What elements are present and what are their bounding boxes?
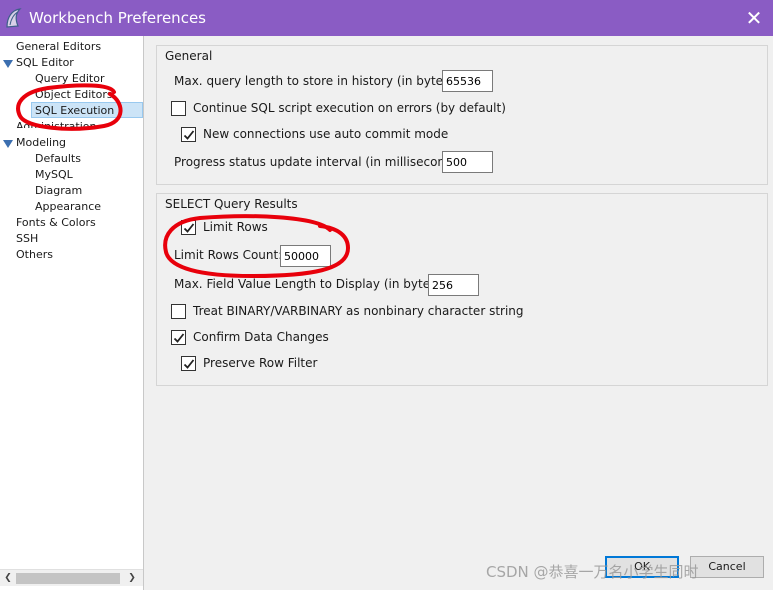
select-results-group-title: SELECT Query Results [165,197,298,211]
general-group-title: General [165,49,213,63]
tree-item-fonts-colors[interactable]: Fonts & Colors [16,215,96,231]
tree-item-others[interactable]: Others [16,247,53,263]
continue-on-error-checkbox[interactable] [171,101,186,116]
tree-item-diagram[interactable]: Diagram [35,183,82,199]
checkmark-icon [183,130,195,140]
progress-interval-label: Progress status update interval (in mill… [174,155,468,169]
horizontal-scrollbar[interactable]: ❮ ❯ [0,569,143,586]
close-icon: ✕ [745,6,763,30]
preserve-row-filter-label: Preserve Row Filter [203,356,318,370]
treat-binary-checkbox[interactable] [171,304,186,319]
max-field-length-label: Max. Field Value Length to Display (in b… [174,277,446,291]
title-bar: Workbench Preferences ✕ [0,0,773,36]
tree-item-defaults[interactable]: Defaults [35,151,81,167]
confirm-changes-checkbox[interactable] [171,330,186,345]
limit-rows-count-label: Limit Rows Count: [174,248,283,262]
confirm-changes-label: Confirm Data Changes [193,330,329,344]
max-query-length-label: Max. query length to store in history (i… [174,74,459,88]
checkmark-icon [173,333,185,343]
expand-arrow-icon[interactable] [3,60,13,68]
csdn-watermark: CSDN @恭喜一万名小学生同时 [486,563,699,581]
tree-item-ssh[interactable]: SSH [16,231,38,247]
preferences-tree: General Editors SQL Editor Query Editor … [0,36,144,590]
autocommit-label: New connections use auto commit mode [203,127,449,141]
mysql-workbench-icon [4,7,24,29]
tree-item-appearance[interactable]: Appearance [35,199,101,215]
tree-item-sql-execution[interactable]: SQL Execution [31,102,143,118]
scroll-right-icon[interactable]: ❯ [124,570,140,587]
limit-rows-label: Limit Rows [203,220,268,234]
tree-item-query-editor[interactable]: Query Editor [35,71,104,87]
close-button[interactable]: ✕ [740,5,768,31]
treat-binary-label: Treat BINARY/VARBINARY as nonbinary char… [193,304,524,318]
checkmark-icon [183,223,195,233]
tree-item-sql-editor[interactable]: SQL Editor [16,55,74,71]
limit-rows-count-input[interactable] [280,245,331,267]
continue-on-error-label: Continue SQL script execution on errors … [193,101,506,115]
tree-item-general-editors[interactable]: General Editors [16,39,101,55]
tree-item-administration[interactable]: Administration [16,119,97,128]
preserve-row-filter-checkbox[interactable] [181,356,196,371]
limit-rows-checkbox[interactable] [181,220,196,235]
progress-interval-input[interactable] [442,151,493,173]
tree-item-object-editors[interactable]: Object Editors [35,87,113,103]
cancel-button[interactable]: Cancel [690,556,764,578]
window-title: Workbench Preferences [29,9,206,27]
autocommit-checkbox[interactable] [181,127,196,142]
scrollbar-thumb[interactable] [16,573,120,584]
max-query-length-input[interactable] [442,70,493,92]
expand-arrow-icon[interactable] [3,140,13,148]
checkmark-icon [183,359,195,369]
tree-item-mysql[interactable]: MySQL [35,167,73,183]
scroll-left-icon[interactable]: ❮ [0,570,16,587]
tree-item-modeling[interactable]: Modeling [16,135,66,151]
max-field-length-input[interactable] [428,274,479,296]
